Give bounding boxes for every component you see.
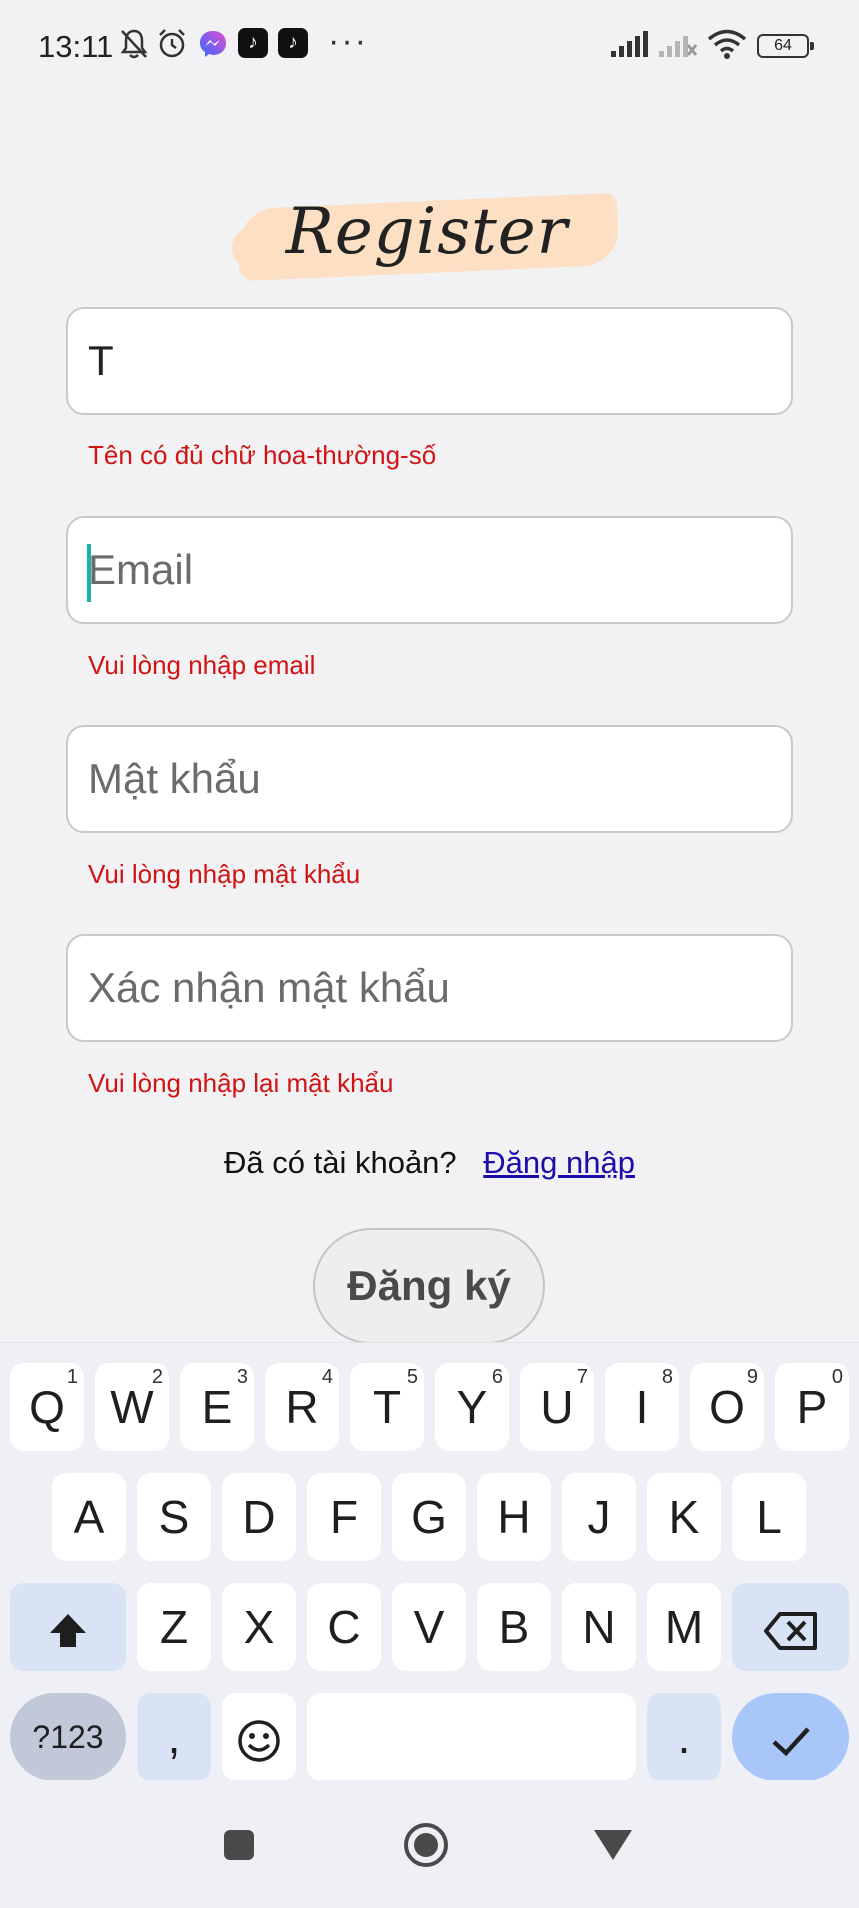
- login-link[interactable]: Đăng nhập: [483, 1145, 635, 1180]
- key-x[interactable]: X: [222, 1583, 296, 1671]
- register-button[interactable]: Đăng ký: [313, 1228, 545, 1344]
- key-p[interactable]: P0: [775, 1363, 849, 1451]
- key-o[interactable]: O9: [690, 1363, 764, 1451]
- messenger-icon: [200, 31, 226, 57]
- recents-button[interactable]: [204, 1810, 274, 1880]
- key-n[interactable]: N: [562, 1583, 636, 1671]
- wifi-icon: [707, 29, 747, 59]
- tiktok-icon: ♪: [238, 28, 268, 58]
- key-v[interactable]: V: [392, 1583, 466, 1671]
- password-error: Vui lòng nhập mật khẩu: [88, 859, 361, 889]
- key-m[interactable]: M: [647, 1583, 721, 1671]
- soft-keyboard: Q1 W2 E3 R4 T5 Y6 U7 I8 O9 P0 A S D F G …: [0, 1342, 859, 1781]
- space-key[interactable]: [307, 1693, 636, 1781]
- key-q[interactable]: Q1: [10, 1363, 84, 1451]
- battery-icon: 64: [757, 34, 814, 58]
- page-title: Register: [285, 195, 569, 269]
- mute-bell-icon: [120, 29, 148, 59]
- email-field[interactable]: [66, 516, 793, 624]
- emoji-icon: [238, 1720, 280, 1762]
- login-row: Đã có tài khoản? Đăng nhập: [0, 1145, 859, 1181]
- name-input[interactable]: [88, 309, 778, 413]
- key-t[interactable]: T5: [350, 1363, 424, 1451]
- tiktok-icon: ♪: [278, 28, 308, 58]
- name-error: Tên có đủ chữ hoa-thường-số: [88, 440, 437, 470]
- shift-icon: [50, 1613, 86, 1647]
- key-f[interactable]: F: [307, 1473, 381, 1561]
- key-s[interactable]: S: [137, 1473, 211, 1561]
- key-j[interactable]: J: [562, 1473, 636, 1561]
- key-u[interactable]: U7: [520, 1363, 594, 1451]
- key-i[interactable]: I8: [605, 1363, 679, 1451]
- status-time: 13:11: [38, 29, 114, 64]
- email-error: Vui lòng nhập email: [88, 650, 316, 680]
- key-c[interactable]: C: [307, 1583, 381, 1671]
- check-icon: [771, 1727, 810, 1757]
- key-z[interactable]: Z: [137, 1583, 211, 1671]
- key-b[interactable]: B: [477, 1583, 551, 1671]
- confirm-password-field[interactable]: [66, 934, 793, 1042]
- password-field[interactable]: [66, 725, 793, 833]
- navigation-bar: [0, 1780, 859, 1908]
- back-icon: [594, 1830, 632, 1860]
- confirm-password-error: Vui lòng nhập lại mật khẩu: [88, 1068, 394, 1098]
- backspace-key[interactable]: [732, 1583, 849, 1671]
- key-k[interactable]: K: [647, 1473, 721, 1561]
- email-input[interactable]: [88, 518, 778, 622]
- key-a[interactable]: A: [52, 1473, 126, 1561]
- symbols-key[interactable]: ?123: [10, 1693, 126, 1781]
- home-icon: [404, 1823, 448, 1867]
- signal-no-service-icon: [659, 36, 698, 57]
- alarm-icon: [159, 29, 185, 58]
- status-bar: 13:11 ♪ ♪ ··· 64: [0, 0, 859, 92]
- back-button[interactable]: [578, 1810, 648, 1880]
- more-notifications-icon: ···: [328, 22, 368, 60]
- key-y[interactable]: Y6: [435, 1363, 509, 1451]
- key-d[interactable]: D: [222, 1473, 296, 1561]
- signal-icon: [611, 31, 648, 57]
- login-prompt: Đã có tài khoản?: [224, 1145, 457, 1180]
- enter-key[interactable]: [732, 1693, 849, 1781]
- emoji-key[interactable]: [222, 1693, 296, 1781]
- name-field[interactable]: [66, 307, 793, 415]
- register-header: Register: [230, 192, 622, 293]
- key-g[interactable]: G: [392, 1473, 466, 1561]
- key-w[interactable]: W2: [95, 1363, 169, 1451]
- shift-key[interactable]: [10, 1583, 126, 1671]
- password-input[interactable]: [88, 727, 778, 831]
- recents-icon: [224, 1830, 254, 1860]
- home-button[interactable]: [391, 1810, 461, 1880]
- key-h[interactable]: H: [477, 1473, 551, 1561]
- period-key[interactable]: .: [647, 1693, 721, 1781]
- backspace-icon: [763, 1611, 817, 1650]
- comma-key[interactable]: ,: [137, 1693, 211, 1781]
- confirm-password-input[interactable]: [88, 936, 778, 1040]
- key-l[interactable]: L: [732, 1473, 806, 1561]
- key-r[interactable]: R4: [265, 1363, 339, 1451]
- key-e[interactable]: E3: [180, 1363, 254, 1451]
